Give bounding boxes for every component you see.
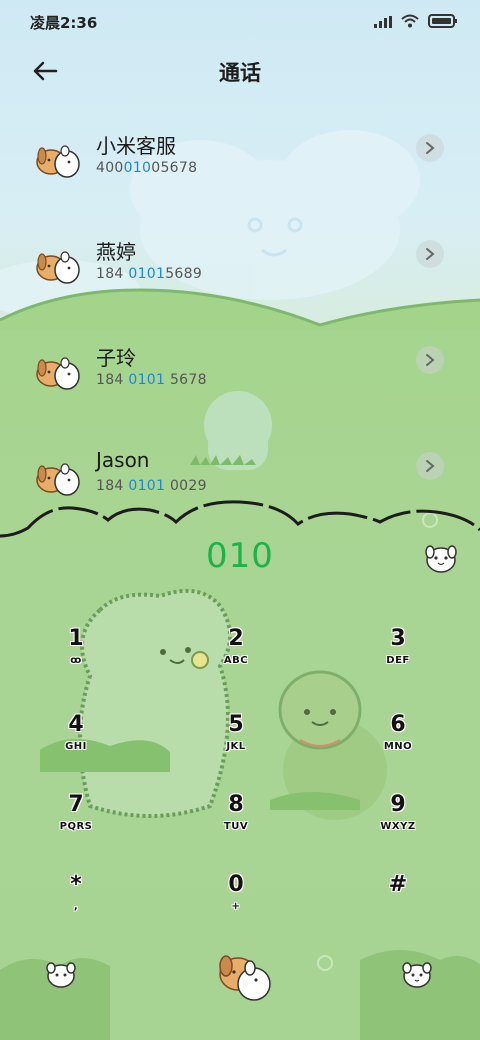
- key-digit: 6: [390, 712, 406, 737]
- dialpad-key[interactable]: 1ꝏ: [31, 626, 121, 698]
- number-suffix: 5689: [165, 266, 203, 282]
- key-letters: MNO: [383, 741, 413, 752]
- contact-avatar: [33, 458, 81, 498]
- number-prefix: 400: [96, 160, 124, 176]
- key-digit: 3: [390, 626, 406, 651]
- dialpad-key[interactable]: 9 WXYZ: [353, 792, 443, 864]
- menu-button[interactable]: [400, 958, 434, 994]
- status-bar: 凌晨2:36: [0, 0, 480, 44]
- key-letters: DEF: [386, 655, 410, 666]
- key-letters: PQRS: [59, 821, 93, 832]
- dialpad-key[interactable]: 5 JKL: [191, 712, 281, 784]
- key-letters: +: [231, 901, 241, 912]
- wifi-icon: [401, 13, 419, 32]
- key-letters: ꝏ: [70, 655, 82, 666]
- key-digit: 7: [68, 792, 84, 817]
- dialpad-key[interactable]: 4 GHI: [31, 712, 121, 784]
- number-match: 0101: [128, 266, 166, 282]
- contact-number: 184 0101 0029: [96, 478, 207, 494]
- bottom-bar: [0, 940, 480, 1040]
- call-button[interactable]: [212, 946, 276, 1010]
- contact-row[interactable]: 燕婷 184 01015689: [0, 230, 480, 326]
- key-digit: 4: [68, 712, 84, 737]
- key-digit: 8: [228, 792, 244, 817]
- dialpad-key[interactable]: 6 MNO: [353, 712, 443, 784]
- header: 通话: [0, 44, 480, 100]
- chevron-right-icon[interactable]: [416, 346, 444, 374]
- contact-name: Jason: [96, 448, 150, 472]
- key-letters: ,: [73, 901, 79, 912]
- number-prefix: 184: [96, 266, 129, 282]
- number-suffix: 05678: [151, 160, 198, 176]
- dialed-number: 010: [206, 536, 274, 576]
- contact-name: 燕婷: [96, 240, 136, 264]
- dialpad-key[interactable]: 3 DEF: [353, 626, 443, 698]
- key-digit: 2: [228, 626, 244, 651]
- dog-sticker-icon[interactable]: [424, 542, 458, 578]
- contact-row[interactable]: 子玲 184 0101 5678: [0, 336, 480, 432]
- contact-avatar: [33, 352, 81, 392]
- status-time: 凌晨2:36: [30, 14, 98, 32]
- key-digit: *: [70, 872, 82, 897]
- contact-row[interactable]: 小米客服 40001005678: [0, 124, 480, 220]
- number-match: 010: [123, 160, 152, 176]
- number-match: 0101: [128, 372, 166, 388]
- number-suffix: 0029: [165, 478, 207, 494]
- contacts-button[interactable]: [44, 958, 78, 994]
- key-letters: GHI: [65, 741, 87, 752]
- dialpad-key[interactable]: 8 TUV: [191, 792, 281, 864]
- page-title: 通话: [219, 61, 261, 85]
- dialpad-key[interactable]: *,: [31, 872, 121, 944]
- contact-avatar: [33, 140, 81, 180]
- battery-icon: [428, 13, 458, 32]
- number-prefix: 184: [96, 478, 129, 494]
- number-suffix: 5678: [165, 372, 207, 388]
- key-letters: JKL: [226, 741, 246, 752]
- contact-avatar: [33, 246, 81, 286]
- number-match: 0101: [128, 478, 166, 494]
- contact-number: 184 01015689: [96, 266, 202, 282]
- key-digit: 9: [390, 792, 406, 817]
- chevron-right-icon[interactable]: [416, 240, 444, 268]
- dialpad-key[interactable]: #: [353, 872, 443, 944]
- key-letters: ABC: [223, 655, 249, 666]
- key-digit: #: [388, 872, 408, 897]
- chevron-right-icon[interactable]: [416, 452, 444, 480]
- key-digit: 5: [228, 712, 244, 737]
- contact-name: 子玲: [96, 346, 136, 370]
- contact-name: 小米客服: [96, 134, 176, 158]
- dialpad-key[interactable]: 7 PQRS: [31, 792, 121, 864]
- key-digit: 0: [228, 872, 244, 897]
- number-prefix: 184: [96, 372, 129, 388]
- key-letters: TUV: [223, 821, 249, 832]
- contact-number: 40001005678: [96, 160, 197, 176]
- dialpad-key[interactable]: 2 ABC: [191, 626, 281, 698]
- key-digit: 1: [68, 626, 84, 651]
- signal-icon: [374, 13, 392, 32]
- key-letters: WXYZ: [380, 821, 416, 832]
- dialpad-key[interactable]: 0 +: [191, 872, 281, 944]
- contact-number: 184 0101 5678: [96, 372, 207, 388]
- chevron-right-icon[interactable]: [416, 134, 444, 162]
